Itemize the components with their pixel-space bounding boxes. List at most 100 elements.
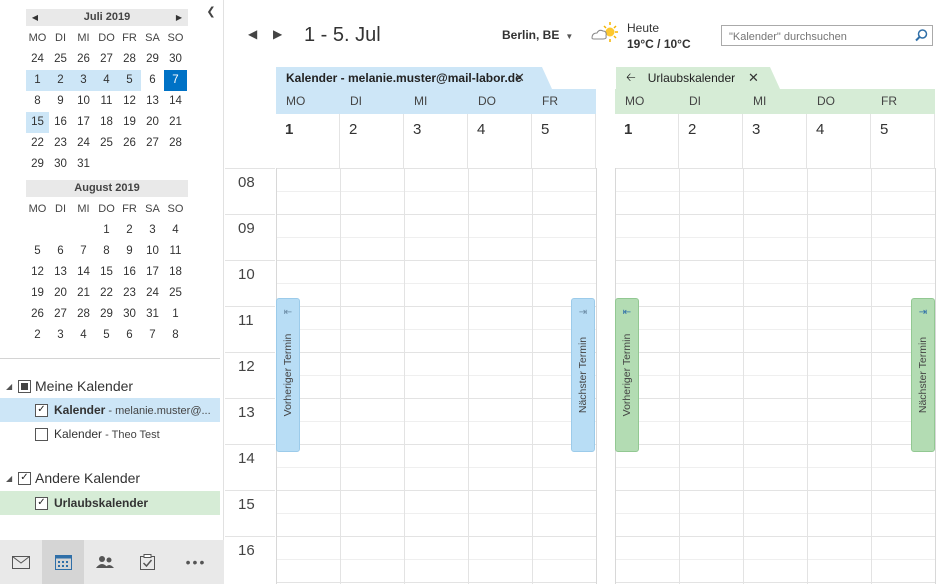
tab-calendar-melanie[interactable]: Kalender - melanie.muster@mail-labor.de [276,67,552,89]
date-cell[interactable]: 6 [118,325,141,346]
date-cell[interactable]: 26 [72,49,95,70]
day-column[interactable] [744,168,808,584]
date-cell[interactable]: 24 [26,49,49,70]
time-grid-blue[interactable] [276,168,597,584]
date-cell[interactable]: 15 [26,112,49,133]
mail-icon[interactable] [0,540,42,584]
date-cell[interactable] [118,154,141,175]
date-cell[interactable]: 25 [95,133,118,154]
day-number[interactable]: 5 [871,114,935,168]
weather-location-dropdown[interactable]: Berlin, BE ▼ [502,28,573,42]
next-appointment-button[interactable]: ⇥ Nächster Termin [571,298,595,452]
date-cell[interactable]: 21 [72,283,95,304]
date-cell[interactable]: 21 [164,112,187,133]
date-cell-selected[interactable]: 2 [49,70,72,91]
date-cell[interactable]: 2 [26,325,49,346]
date-cell[interactable]: 26 [118,133,141,154]
date-cell[interactable]: 16 [49,112,72,133]
date-cell[interactable] [72,220,95,241]
date-cell[interactable]: 6 [49,241,72,262]
date-cell[interactable]: 28 [72,304,95,325]
day-column[interactable] [808,168,872,584]
day-number[interactable]: 3 [743,114,807,168]
date-cell[interactable]: 2 [118,220,141,241]
date-cell[interactable]: 25 [49,49,72,70]
date-cell[interactable]: 14 [164,91,187,112]
next-period-icon[interactable]: ▶ [273,27,282,41]
date-cell[interactable]: 15 [95,262,118,283]
date-cell[interactable]: 28 [118,49,141,70]
date-cell[interactable]: 1 [164,304,187,325]
date-cell[interactable]: 9 [118,241,141,262]
date-cell[interactable]: 8 [164,325,187,346]
date-cell[interactable]: 30 [118,304,141,325]
date-cell[interactable]: 13 [141,91,164,112]
date-cell[interactable] [26,220,49,241]
date-cell[interactable]: 25 [164,283,187,304]
date-cell[interactable] [95,154,118,175]
date-cell[interactable]: 1 [95,220,118,241]
close-icon[interactable]: ✕ [514,70,525,86]
date-cell[interactable]: 24 [141,283,164,304]
day-number[interactable]: 2 [679,114,743,168]
date-cell[interactable]: 27 [49,304,72,325]
date-cell[interactable]: 26 [26,304,49,325]
day-column[interactable] [469,168,533,584]
date-cell[interactable]: 23 [49,133,72,154]
date-cell[interactable]: 31 [72,154,95,175]
calendar-icon[interactable] [42,540,84,584]
date-cell[interactable]: 5 [95,325,118,346]
time-grid-green[interactable] [615,168,936,584]
group-other-calendars[interactable]: ◢ ✓ Andere Kalender [6,470,140,486]
calendar-item-melanie[interactable]: ✓ Kalender - melanie.muster@... [0,398,220,422]
date-cell[interactable]: 30 [164,49,187,70]
day-number[interactable]: 3 [404,114,468,168]
date-cell[interactable]: 14 [72,262,95,283]
date-cell[interactable]: 11 [95,91,118,112]
date-cell-selected[interactable]: 3 [72,70,95,91]
previous-appointment-button[interactable]: ⇤ Vorheriger Termin [615,298,639,452]
previous-month-icon[interactable]: ◀ [28,9,42,26]
date-cell[interactable]: 30 [49,154,72,175]
day-column[interactable] [341,168,405,584]
date-cell[interactable]: 5 [26,241,49,262]
date-cell[interactable]: 17 [72,112,95,133]
date-cell[interactable]: 12 [26,262,49,283]
day-number[interactable]: 4 [468,114,532,168]
previous-period-icon[interactable]: ◀ [248,27,257,41]
date-cell[interactable]: 19 [26,283,49,304]
date-cell[interactable]: 4 [164,220,187,241]
day-number[interactable]: 1 [276,114,340,168]
day-number[interactable]: 1 [615,114,679,168]
group-checkbox[interactable] [18,379,31,393]
date-cell[interactable]: 28 [164,133,187,154]
date-cell[interactable]: 17 [141,262,164,283]
date-cell[interactable] [49,220,72,241]
collapse-triangle-icon[interactable]: ◢ [6,382,14,391]
date-cell[interactable]: 29 [141,49,164,70]
day-column[interactable] [405,168,469,584]
date-cell[interactable]: 13 [49,262,72,283]
date-cell[interactable]: 19 [118,112,141,133]
date-cell[interactable]: 9 [49,91,72,112]
date-cell[interactable]: 20 [141,112,164,133]
date-cell[interactable]: 18 [95,112,118,133]
day-number[interactable]: 4 [807,114,871,168]
date-cell[interactable]: 20 [49,283,72,304]
date-cell[interactable]: 6 [141,70,164,91]
search-icon[interactable] [915,29,928,47]
date-cell-selected[interactable]: 4 [95,70,118,91]
group-my-calendars[interactable]: ◢ Meine Kalender [6,378,133,394]
date-cell[interactable]: 8 [26,91,49,112]
date-cell[interactable]: 22 [26,133,49,154]
date-cell[interactable]: 4 [72,325,95,346]
date-cell-today[interactable]: 7 [164,70,187,91]
group-checkbox[interactable]: ✓ [18,471,31,485]
more-modules-icon[interactable]: ••• [168,540,224,584]
date-cell-selected[interactable]: 5 [118,70,141,91]
calendar-item-urlaub[interactable]: ✓ Urlaubskalender [0,491,220,515]
date-cell[interactable]: 8 [95,241,118,262]
date-cell[interactable]: 29 [95,304,118,325]
collapse-pane-icon[interactable]: ❮ [204,5,218,19]
date-cell[interactable]: 10 [141,241,164,262]
